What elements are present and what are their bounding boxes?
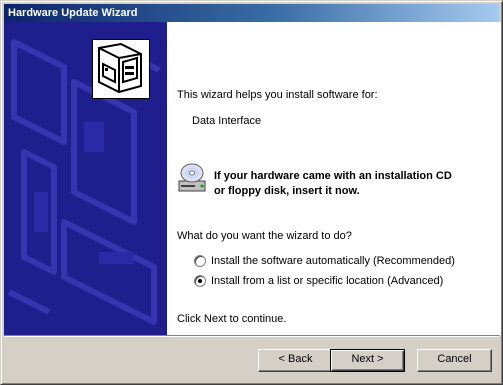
- back-button[interactable]: < Back: [258, 349, 333, 372]
- hardware-update-wizard-window: Hardware Update Wizard This wizard helps…: [0, 0, 503, 385]
- notice-line-1: If your hardware came with an installati…: [214, 170, 452, 182]
- hardware-card-icon: [92, 39, 150, 99]
- next-button[interactable]: Next >: [330, 349, 405, 372]
- notice-line-2: or floppy disk, insert it now.: [214, 185, 360, 197]
- question-text: What do you want the wizard to do?: [177, 230, 352, 242]
- radio-button-checked[interactable]: [194, 275, 206, 287]
- option-label[interactable]: Install from a list or specific location…: [211, 274, 443, 288]
- window-title: Hardware Update Wizard: [8, 7, 138, 19]
- device-name: Data Interface: [192, 115, 262, 127]
- insert-media-notice: If your hardware came with an installati…: [214, 169, 452, 199]
- cd-drive-icon: [177, 161, 207, 195]
- footer-text: Click Next to continue.: [177, 313, 287, 325]
- option-label[interactable]: Install the software automatically (Reco…: [211, 254, 455, 268]
- radio-button-unchecked[interactable]: [194, 255, 206, 267]
- cancel-button[interactable]: Cancel: [417, 349, 492, 372]
- title-bar[interactable]: Hardware Update Wizard: [4, 4, 499, 22]
- button-separator: [4, 335, 499, 337]
- intro-text: This wizard helps you install software f…: [177, 89, 378, 101]
